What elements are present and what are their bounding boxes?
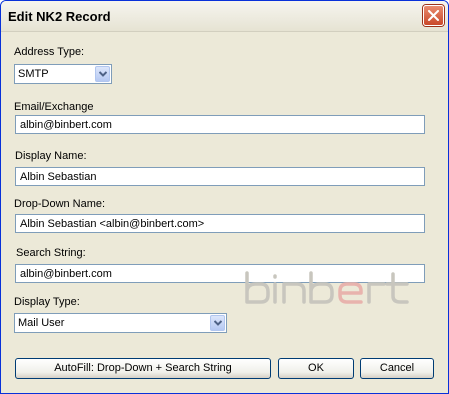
- display-name-label: Display Name:: [15, 150, 87, 162]
- autofill-button[interactable]: AutoFill: Drop-Down + Search String: [15, 358, 271, 379]
- search-string-label: Search String:: [16, 247, 86, 259]
- window-title: Edit NK2 Record: [8, 9, 111, 24]
- ok-button[interactable]: OK: [278, 358, 354, 379]
- display-type-select[interactable]: Mail User: [14, 313, 227, 333]
- cancel-button[interactable]: Cancel: [360, 358, 434, 379]
- email-label: Email/Exchange: [14, 101, 94, 113]
- address-type-select[interactable]: SMTP: [14, 64, 112, 84]
- email-field[interactable]: albin@binbert.com: [15, 115, 425, 134]
- binbert-watermark-logo: [245, 271, 409, 304]
- chevron-down-icon: [214, 320, 222, 326]
- close-button[interactable]: [423, 5, 444, 26]
- address-type-label: Address Type:: [14, 46, 85, 58]
- display-type-value: Mail User: [18, 317, 65, 329]
- display-type-dropdown-button[interactable]: [210, 315, 225, 331]
- chevron-down-icon: [99, 71, 107, 77]
- close-icon: [428, 10, 439, 21]
- title-bar[interactable]: Edit NK2 Record: [1, 1, 448, 32]
- dialog-body: Address Type: SMTP Email/Exchange albin@…: [1, 32, 448, 393]
- address-type-dropdown-button[interactable]: [95, 66, 110, 82]
- dropdown-name-field[interactable]: Albin Sebastian <albin@binbert.com>: [15, 214, 425, 233]
- edit-nk2-record-dialog: Edit NK2 Record Address Type: SMTP Email…: [0, 0, 449, 394]
- address-type-value: SMTP: [18, 68, 49, 80]
- display-type-label: Display Type:: [14, 296, 80, 308]
- dropdown-name-label: Drop-Down Name:: [14, 198, 106, 210]
- display-name-field[interactable]: Albin Sebastian: [15, 167, 425, 186]
